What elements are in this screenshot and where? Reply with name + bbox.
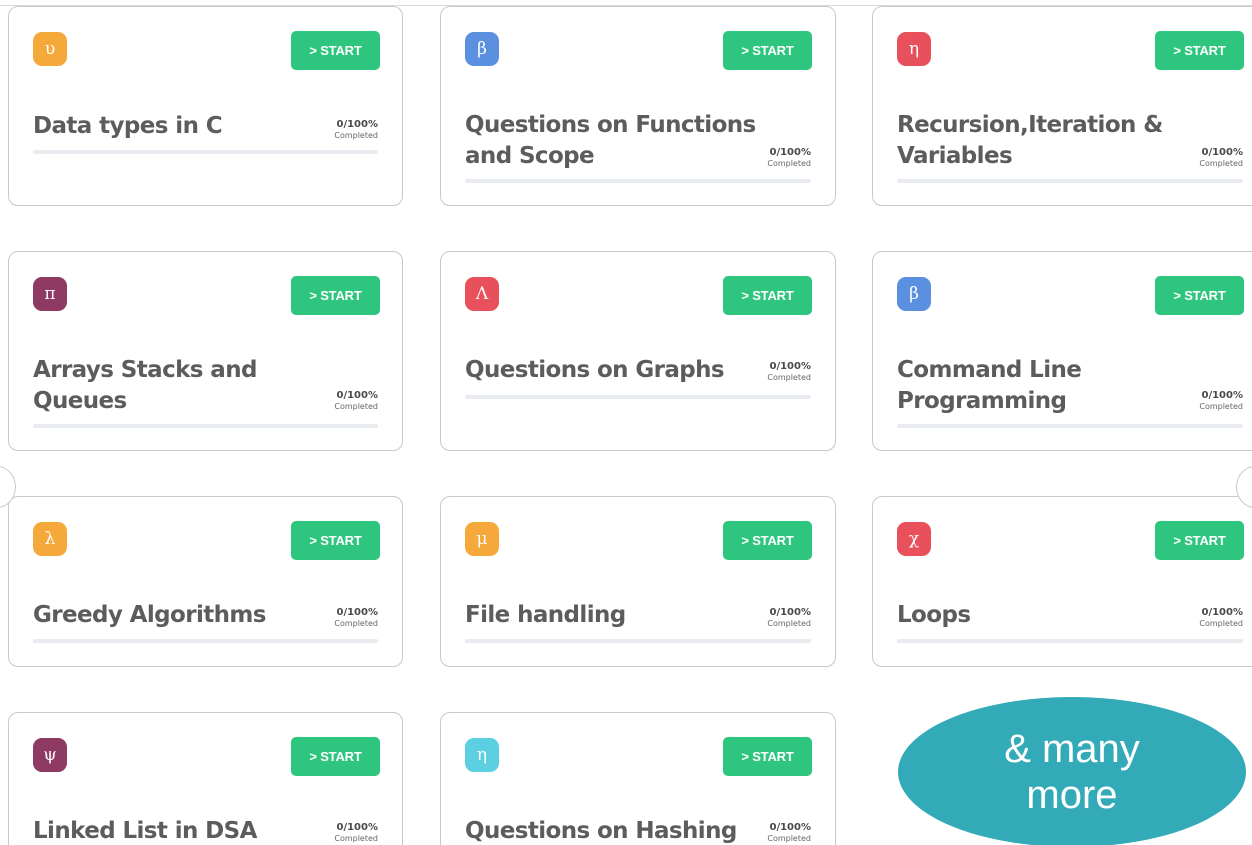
beta-icon: β: [465, 32, 499, 66]
progress-bar: [465, 639, 811, 643]
progress-bar: [33, 639, 378, 643]
course-title: Linked List in DSA: [33, 818, 257, 844]
start-button[interactable]: > START: [1155, 276, 1244, 315]
many-more-bubble: & many more: [898, 697, 1246, 845]
progress-status: 0/100% Completed: [767, 361, 811, 382]
eta-icon: η: [465, 738, 499, 772]
beta-icon: β: [897, 277, 931, 311]
progress-status: 0/100% Completed: [1199, 607, 1243, 628]
course-card: λ > START Greedy Algorithms 0/100% Compl…: [8, 496, 403, 667]
start-button[interactable]: > START: [291, 276, 380, 315]
course-title: Arrays Stacks and Queues: [33, 357, 257, 414]
progress-status: 0/100% Completed: [334, 607, 378, 628]
course-title: Questions on Hashing: [465, 818, 737, 844]
start-button[interactable]: > START: [1155, 521, 1244, 560]
progress-status: 0/100% Completed: [334, 119, 378, 140]
start-button[interactable]: > START: [291, 521, 380, 560]
course-card: μ > START File handling 0/100% Completed: [440, 496, 836, 667]
course-card: β > START Questions on Functions and Scop…: [440, 6, 836, 206]
pi-icon: π: [33, 277, 67, 311]
course-title: Questions on Functions and Scope: [465, 112, 756, 169]
chi-icon: χ: [897, 522, 931, 556]
course-card: υ > START Data types in C 0/100% Complet…: [8, 6, 403, 206]
start-button[interactable]: > START: [723, 31, 812, 70]
eta-icon: η: [897, 32, 931, 66]
course-grid-page: υ > START Data types in C 0/100% Complet…: [0, 0, 1252, 845]
progress-bar: [465, 179, 811, 183]
lambda-icon: λ: [33, 522, 67, 556]
progress-bar: [897, 424, 1243, 428]
lambda-upper-icon: Λ: [465, 277, 499, 311]
course-card: π > START Arrays Stacks and Queues 0/100%…: [8, 251, 403, 451]
course-title: Greedy Algorithms: [33, 602, 266, 628]
start-button[interactable]: > START: [291, 31, 380, 70]
course-title: Recursion,Iteration & Variables: [897, 112, 1163, 169]
progress-bar: [33, 424, 378, 428]
progress-status: 0/100% Completed: [1199, 390, 1243, 411]
course-card: η > START Recursion,Iteration & Variables…: [872, 6, 1252, 206]
course-title: File handling: [465, 602, 626, 628]
course-title: Loops: [897, 602, 971, 628]
course-card: η > START Questions on Hashing 0/100% Co…: [440, 712, 836, 845]
mu-icon: μ: [465, 522, 499, 556]
course-card: β > START Command Line Programming 0/100%…: [872, 251, 1252, 451]
start-button[interactable]: > START: [723, 276, 812, 315]
progress-bar: [897, 639, 1243, 643]
progress-status: 0/100% Completed: [767, 607, 811, 628]
many-more-text: & many more: [1004, 727, 1140, 817]
course-title: Command Line Programming: [897, 357, 1082, 414]
course-title: Data types in C: [33, 113, 223, 139]
start-button[interactable]: > START: [723, 521, 812, 560]
psi-icon: ψ: [33, 738, 67, 772]
progress-status: 0/100% Completed: [767, 147, 811, 168]
upsilon-icon: υ: [33, 32, 67, 66]
progress-bar: [897, 179, 1243, 183]
course-card: Λ > START Questions on Graphs 0/100% Com…: [440, 251, 836, 451]
progress-status: 0/100% Completed: [1199, 147, 1243, 168]
course-card: χ > START Loops 0/100% Completed: [872, 496, 1252, 667]
progress-bar: [33, 150, 378, 154]
progress-status: 0/100% Completed: [334, 390, 378, 411]
course-card: ψ > START Linked List in DSA 0/100% Comp…: [8, 712, 403, 845]
course-title: Questions on Graphs: [465, 357, 725, 383]
start-button[interactable]: > START: [1155, 31, 1244, 70]
progress-bar: [465, 395, 811, 399]
start-button[interactable]: > START: [723, 737, 812, 776]
progress-status: 0/100% Completed: [767, 822, 811, 843]
progress-status: 0/100% Completed: [334, 822, 378, 843]
start-button[interactable]: > START: [291, 737, 380, 776]
